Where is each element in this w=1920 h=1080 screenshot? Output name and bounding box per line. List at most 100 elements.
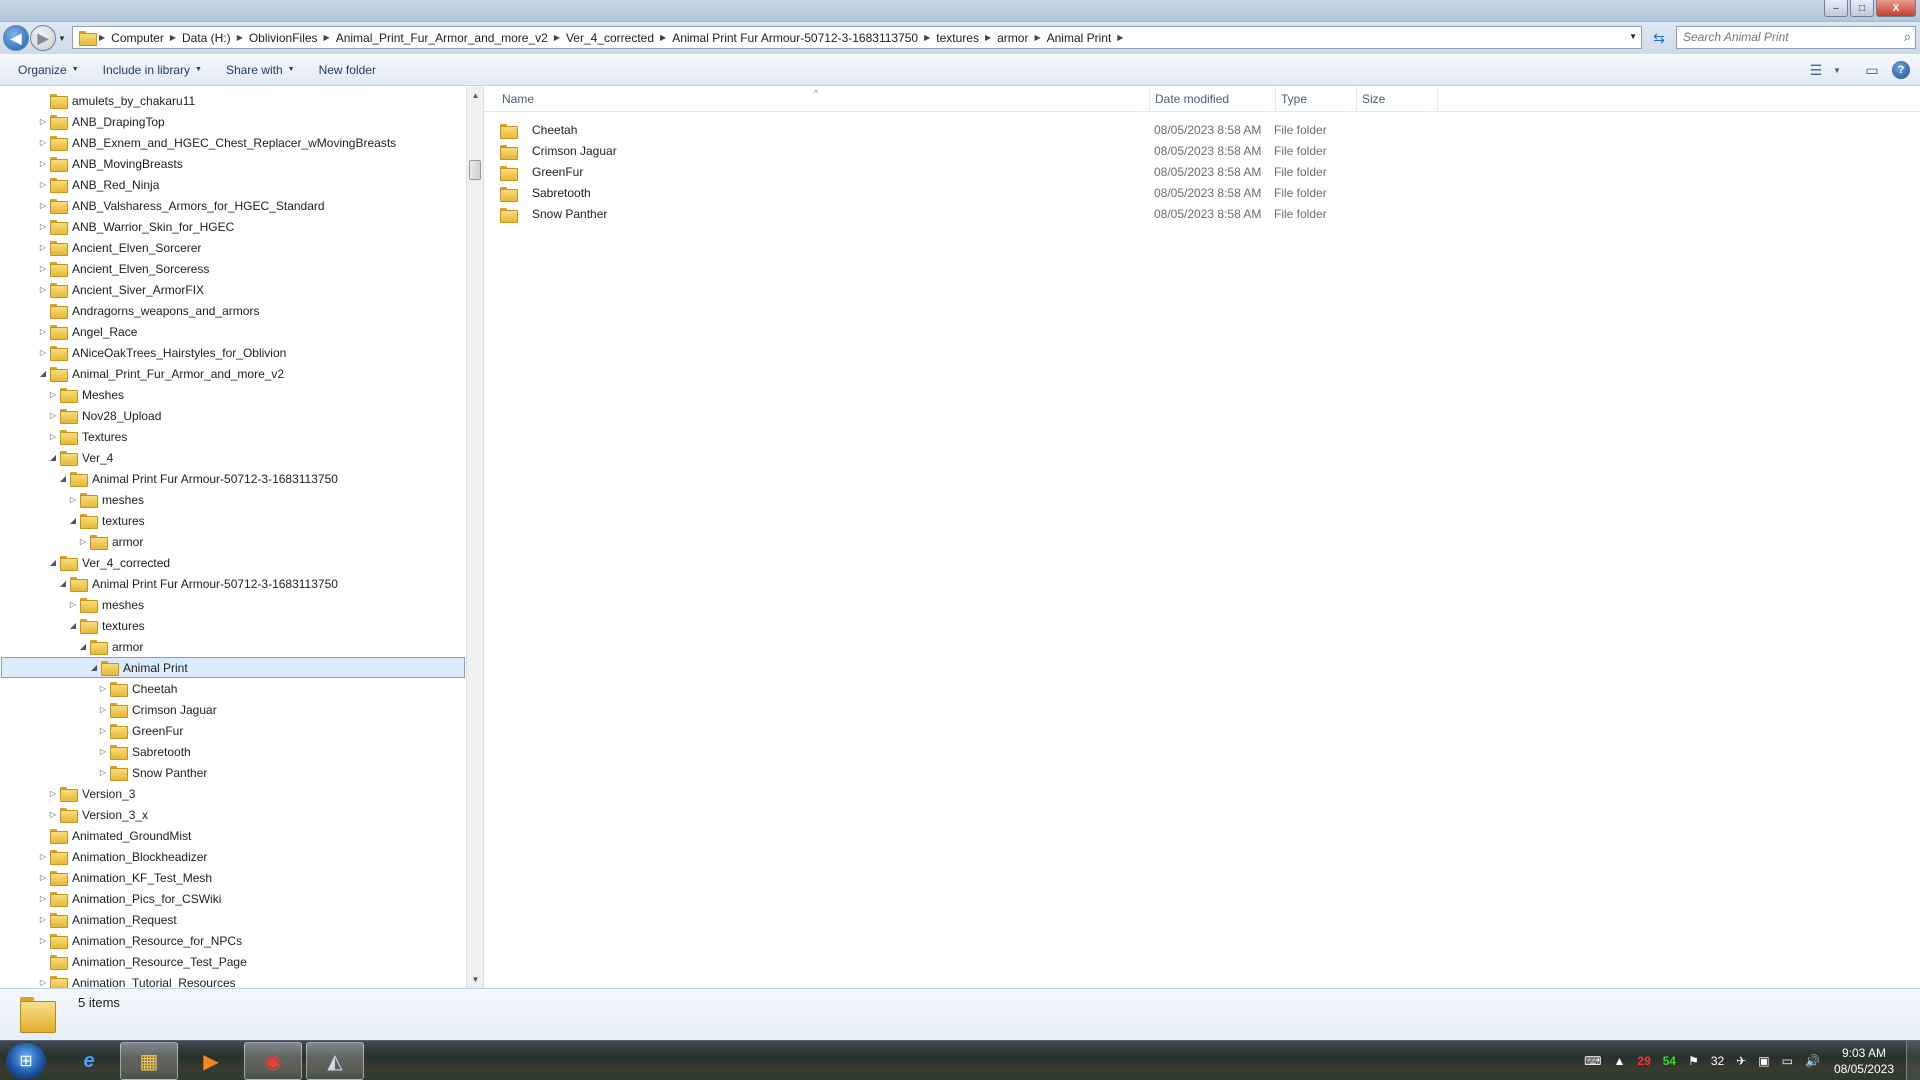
minimize-button[interactable]: – [1824,0,1848,17]
expand-arrow-icon[interactable]: ▷ [38,159,48,168]
expand-arrow-icon[interactable]: ▷ [38,894,48,903]
tree-item[interactable]: ◢ Animal Print [1,657,465,678]
tree-item[interactable]: ▷ ANB_DrapingTop [0,111,466,132]
tree-item[interactable]: ▷ Nov28_Upload [0,405,466,426]
tree-item[interactable]: ◢ Animal Print Fur Armour-50712-3-1683113… [0,573,466,594]
chevron-right-icon[interactable]: ▶ [322,33,332,42]
expand-arrow-icon[interactable]: ▷ [38,180,48,189]
file-row[interactable]: Snow Panther 08/05/2023 8:58 AM File folde… [494,204,1438,225]
tree-item[interactable]: Andragorns_weapons_and_armors [0,300,466,321]
collapse-arrow-icon[interactable]: ◢ [48,453,58,462]
expand-arrow-icon[interactable]: ▷ [48,810,58,819]
usb-device-icon[interactable]: ▣ [1758,1054,1769,1068]
chevron-right-icon[interactable]: ▶ [1115,33,1125,42]
expand-arrow-icon[interactable]: ▷ [38,915,48,924]
new-folder-button[interactable]: New folder [307,54,388,85]
navigation-pane[interactable]: amulets_by_chakaru11 ▷ ANB_DrapingTop ▷ ANB_… [0,87,466,988]
tree-item[interactable]: ▷ ANB_Warrior_Skin_for_HGEC [0,216,466,237]
expand-arrow-icon[interactable]: ▷ [78,537,88,546]
expand-arrow-icon[interactable]: ▷ [68,495,78,504]
tree-item[interactable]: amulets_by_chakaru11 [0,90,466,111]
column-header-size[interactable]: Size [1357,87,1438,112]
keyboard-icon[interactable]: ⌨ [1584,1054,1601,1068]
collapse-arrow-icon[interactable]: ◢ [68,621,78,630]
column-header-name[interactable]: Name ^ [484,87,1150,112]
refresh-button[interactable]: ⇆ [1647,27,1671,49]
collapse-arrow-icon[interactable]: ◢ [89,663,99,672]
chevron-right-icon[interactable]: ▶ [235,33,245,42]
tree-item[interactable]: ▷ Animation_KF_Test_Mesh [0,867,466,888]
tree-item[interactable]: ▷ Cheetah [0,678,466,699]
tree-item[interactable]: ▷ Animation_Resource_for_NPCs [0,930,466,951]
show-desktop-button[interactable] [1906,1041,1920,1080]
scroll-down-icon[interactable]: ▼ [467,971,484,988]
breadcrumb-item[interactable]: Animal Print Fur Armour-50712-3-16831137… [668,31,922,45]
tree-item[interactable]: ▷ Ancient_Siver_ArmorFIX [0,279,466,300]
tree-item[interactable]: ▷ GreenFur [0,720,466,741]
expand-arrow-icon[interactable]: ▷ [38,873,48,882]
chevron-right-icon[interactable]: ▶ [1032,33,1042,42]
tray-counter-white[interactable]: 32 [1711,1054,1724,1068]
maximize-button[interactable]: □ [1850,0,1874,17]
expand-arrow-icon[interactable]: ▷ [38,978,48,987]
start-button[interactable]: ⊞ [6,1043,46,1079]
expand-arrow-icon[interactable]: ▷ [98,768,108,777]
expand-arrow-icon[interactable]: ▷ [38,264,48,273]
tree-item[interactable]: ▷ Animation_Request [0,909,466,930]
chevron-right-icon[interactable]: ▶ [168,33,178,42]
tree-item[interactable]: ▷ Snow Panther [0,762,466,783]
file-row[interactable]: Crimson Jaguar 08/05/2023 8:58 AM File fol… [494,141,1438,162]
tray-counter-green[interactable]: 54 [1663,1054,1676,1068]
tree-item[interactable]: ▷ Angel_Race [0,321,466,342]
tree-item[interactable]: ▷ ANB_Exnem_and_HGEC_Chest_Replacer_wMovi… [0,132,466,153]
tree-item[interactable]: ▷ meshes [0,594,466,615]
breadcrumb-item[interactable]: textures [932,31,983,45]
expand-arrow-icon[interactable]: ▷ [38,852,48,861]
chevron-right-icon[interactable]: ▶ [658,33,668,42]
search-box[interactable]: ⌕ [1676,26,1916,49]
clock[interactable]: 9:03 AM 08/05/2023 [1834,1045,1894,1077]
tray-counter-red[interactable]: 29 [1637,1054,1650,1068]
help-button[interactable]: ? [1892,61,1910,79]
expand-arrow-icon[interactable]: ▷ [48,411,58,420]
tree-item[interactable]: ◢ Animal_Print_Fur_Armor_and_more_v2 [0,363,466,384]
tree-item[interactable]: ◢ Ver_4_corrected [0,552,466,573]
back-button[interactable]: ◀ [3,25,29,51]
network-icon[interactable]: ✈ [1736,1054,1746,1068]
tree-item[interactable]: ▷ Crimson Jaguar [0,699,466,720]
tree-item[interactable]: ◢ Animal Print Fur Armour-50712-3-1683113… [0,468,466,489]
taskbar-blender[interactable]: ◭ [306,1042,364,1080]
tree-item[interactable]: ▷ Animation_Blockheadizer [0,846,466,867]
include-in-library-button[interactable]: Include in library ▼ [91,54,214,85]
tree-item[interactable]: ▷ armor [0,531,466,552]
tree-item[interactable]: ▷ Ancient_Elven_Sorceress [0,258,466,279]
expand-arrow-icon[interactable]: ▷ [98,726,108,735]
volume-icon[interactable]: 🔊 [1805,1054,1820,1068]
tree-item[interactable]: ▷ ANiceOakTrees_Hairstyles_for_Oblivion [0,342,466,363]
tree-item[interactable]: ▷ Version_3 [0,783,466,804]
breadcrumb-item[interactable]: Animal Print [1043,31,1116,45]
breadcrumb-item[interactable]: Data (H:) [178,31,235,45]
show-hidden-icons-button[interactable]: ▲ [1614,1054,1626,1068]
expand-arrow-icon[interactable]: ▷ [38,243,48,252]
chevron-right-icon[interactable]: ▶ [922,33,932,42]
expand-arrow-icon[interactable]: ▷ [38,138,48,147]
search-icon[interactable]: ⌕ [1904,29,1911,45]
change-view-button[interactable]: ☰ [1802,59,1830,81]
tree-item[interactable]: ▷ Meshes [0,384,466,405]
expand-arrow-icon[interactable]: ▷ [98,705,108,714]
tree-item[interactable]: ▷ ANB_MovingBreasts [0,153,466,174]
file-row[interactable]: GreenFur 08/05/2023 8:58 AM File folder [494,162,1438,183]
taskbar-media-player[interactable]: ▶ [182,1042,240,1080]
tree-item[interactable]: ▷ Animation_Tutorial_Resources [0,972,466,988]
recent-pages-dropdown[interactable]: ▼ [56,34,68,43]
address-bar[interactable]: ▶ Computer ▶ Data (H:) ▶ OblivionFiles ▶ Anima… [72,26,1642,49]
display-icon[interactable]: ▭ [1782,1054,1793,1068]
tree-item[interactable]: ▷ meshes [0,489,466,510]
close-button[interactable]: X [1876,0,1916,17]
breadcrumb-item[interactable]: OblivionFiles [245,31,322,45]
organize-button[interactable]: Organize ▼ [0,54,91,85]
tree-item[interactable]: ◢ armor [0,636,466,657]
tree-item[interactable]: ▷ ANB_Valsharess_Armors_for_HGEC_Standard [0,195,466,216]
preview-pane-button[interactable]: ▭ [1858,59,1886,81]
